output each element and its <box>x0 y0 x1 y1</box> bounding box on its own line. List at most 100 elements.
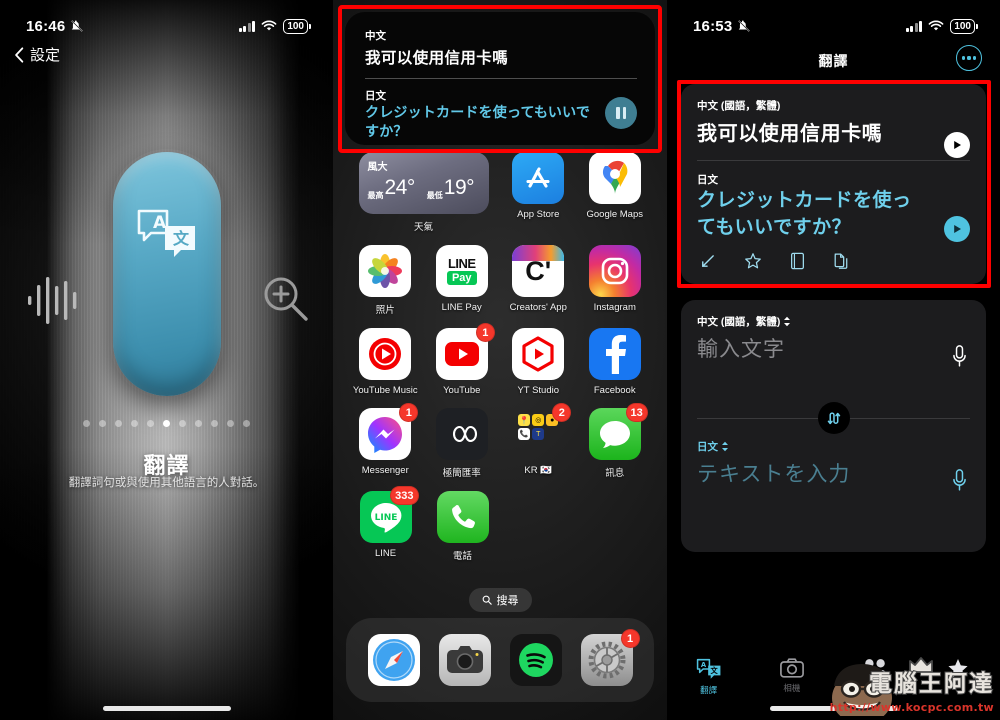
pause-button-icon[interactable] <box>605 97 637 129</box>
app-cell-currency[interactable]: 極簡匯率 <box>424 408 501 479</box>
line-icon[interactable]: LINE 333 <box>359 486 419 543</box>
photos-icon[interactable] <box>359 245 412 297</box>
home-indicator[interactable] <box>102 706 231 711</box>
result-target-text: クレジットカードを使ってもいいですか？ <box>697 190 912 238</box>
app-label: LINE Pay <box>441 302 482 313</box>
expand-fullscreen-icon[interactable] <box>699 253 716 270</box>
app-cell-facebook[interactable]: Facebook <box>577 328 654 396</box>
input-target-placeholder[interactable]: テキストを入力 <box>697 458 970 488</box>
settings-icon[interactable]: 1 <box>580 629 640 686</box>
youtube-music-icon[interactable] <box>359 328 412 380</box>
copy-icon[interactable] <box>833 252 850 270</box>
swap-languages-button[interactable] <box>817 402 850 434</box>
app-cell-line-pay[interactable]: LINE Pay LINE Pay <box>424 245 501 316</box>
spotify-icon[interactable] <box>509 634 562 686</box>
notification-divider <box>365 78 637 79</box>
app-cell-phone[interactable]: 電話 <box>424 491 501 562</box>
app-cell-youtube-music[interactable]: YouTube Music <box>347 328 424 396</box>
messages-icon[interactable]: 13 <box>588 403 648 460</box>
safari-icon[interactable] <box>367 634 420 686</box>
app-cell-line[interactable]: LINE 333 LINE <box>347 486 424 562</box>
back-to-settings-button[interactable]: 設定 <box>14 44 60 65</box>
dictionary-book-icon[interactable] <box>790 252 805 270</box>
panel-home-screen: 中文 我可以使用信用卡嗎 日文 クレジットカードを使ってもいいですか？ 風大 最… <box>333 0 667 720</box>
yt-studio-icon[interactable] <box>512 328 565 380</box>
app-cell-app-store[interactable]: App Store <box>500 152 577 233</box>
translate-notification-banner[interactable]: 中文 我可以使用信用卡嗎 日文 クレジットカードを使ってもいいですか？ <box>345 12 655 145</box>
search-button[interactable]: 搜尋 <box>468 588 532 612</box>
instagram-icon[interactable] <box>588 245 641 297</box>
svg-text:A: A <box>153 213 167 233</box>
watermark: 電腦王阿達 http://www.kocpc.com.tw <box>824 656 996 716</box>
translation-input-card[interactable]: 中文 (國語，繁體) 輸入文字 日文 テキストを入力 <box>681 300 986 552</box>
camera-app-icon[interactable] <box>438 634 491 686</box>
weather-condition: 風大 <box>367 162 388 173</box>
panel-app-library-translate: 16:46 100 設定 A 文 翻譯 翻譯詞句或與使用其他語言的人對話。 <box>0 0 333 720</box>
bell-slash-icon <box>738 20 751 32</box>
app-cell-kr-folder[interactable]: 📍 ◎ ● 📞 T 2 KR 🇰🇷 <box>500 403 577 479</box>
messenger-icon[interactable]: 1 <box>359 403 419 460</box>
google-maps-icon[interactable] <box>588 152 641 204</box>
battery-indicator: 100 <box>950 18 975 34</box>
result-source-text: 我可以使用信用卡嗎 <box>697 123 883 145</box>
page-dots[interactable] <box>0 420 333 427</box>
result-divider <box>697 160 970 161</box>
app-row: 風大 最高 24° 最低 19° 天氣 App Store Google Map… <box>347 152 653 233</box>
facebook-icon[interactable] <box>588 328 641 380</box>
panel-translate-app: 16:53 100 翻譯 中文 (國語，繁體) 我可以使用信用卡嗎 日文 クレジ… <box>667 0 1000 720</box>
input-target-language: 日文 <box>697 441 718 453</box>
creators-app-icon[interactable]: C' <box>512 245 565 297</box>
weather-low: 19° <box>443 176 475 199</box>
tab-camera[interactable]: 相機 <box>750 658 833 694</box>
weather-widget-cell[interactable]: 風大 最高 24° 最低 19° 天氣 <box>347 152 500 233</box>
status-time: 16:53 <box>693 17 733 35</box>
app-cell-messenger[interactable]: 1 Messenger <box>347 403 424 479</box>
currency-app-icon[interactable] <box>435 408 488 460</box>
app-cell-yt-studio[interactable]: YT Studio <box>500 328 577 396</box>
app-cell-messages[interactable]: 13 訊息 <box>577 403 654 479</box>
app-cell-google-maps[interactable]: Google Maps <box>577 152 654 233</box>
translate-icon: A 文 <box>696 658 721 679</box>
app-badge: 2 <box>552 403 572 422</box>
app-badge: 1 <box>399 403 419 422</box>
input-target-language-selector[interactable]: 日文 <box>697 439 970 454</box>
app-label: Instagram <box>593 302 636 313</box>
play-target-audio-button[interactable] <box>944 216 970 242</box>
input-source-language-selector[interactable]: 中文 (國語，繁體) <box>697 314 970 329</box>
svg-text:文: 文 <box>173 229 190 248</box>
microphone-icon[interactable] <box>951 468 968 494</box>
swap-languages-icon <box>827 411 841 424</box>
app-cell-youtube[interactable]: 1 YouTube <box>424 323 501 396</box>
more-ellipsis-icon[interactable] <box>956 45 982 71</box>
star-favorite-icon[interactable] <box>744 252 762 270</box>
play-source-audio-button[interactable] <box>944 132 970 158</box>
microphone-icon[interactable] <box>951 344 968 370</box>
app-cell-creators-app[interactable]: C' Creators' App <box>500 245 577 316</box>
chevron-left-icon <box>15 46 24 63</box>
watermark-brand: 電腦王阿達 <box>868 670 994 698</box>
app-store-icon[interactable] <box>512 152 565 204</box>
kr-folder-icon[interactable]: 📍 ◎ ● 📞 T 2 <box>512 403 572 460</box>
youtube-icon[interactable]: 1 <box>435 323 495 380</box>
tab-label: 相機 <box>783 683 801 693</box>
chevron-updown-icon <box>784 316 791 327</box>
app-label: LINE <box>374 548 397 559</box>
app-badge: 1 <box>620 629 640 648</box>
bell-slash-icon <box>71 20 84 32</box>
app-label: YouTube Music <box>352 385 418 396</box>
line-pay-icon[interactable]: LINE Pay <box>435 245 488 297</box>
app-badge: 333 <box>390 486 419 505</box>
weather-widget[interactable]: 風大 最高 24° 最低 19° <box>358 152 489 214</box>
tab-translate[interactable]: A 文 翻譯 <box>667 658 750 696</box>
nav-bar: 翻譯 <box>667 44 1000 78</box>
page-title: 翻譯 <box>818 53 849 69</box>
app-label: KR 🇰🇷 <box>524 465 553 476</box>
phone-icon[interactable] <box>436 491 489 543</box>
input-source-language: 中文 (國語，繁體) <box>697 316 781 328</box>
app-cell-photos[interactable]: 照片 <box>347 245 424 316</box>
notification-target-language: 日文 <box>365 90 386 102</box>
app-cell-instagram[interactable]: Instagram <box>577 245 654 316</box>
back-label: 設定 <box>30 47 61 64</box>
translation-result-card[interactable]: 中文 (國語，繁體) 我可以使用信用卡嗎 日文 クレジットカードを使ってもいいで… <box>681 84 986 284</box>
input-source-placeholder[interactable]: 輸入文字 <box>697 333 970 363</box>
